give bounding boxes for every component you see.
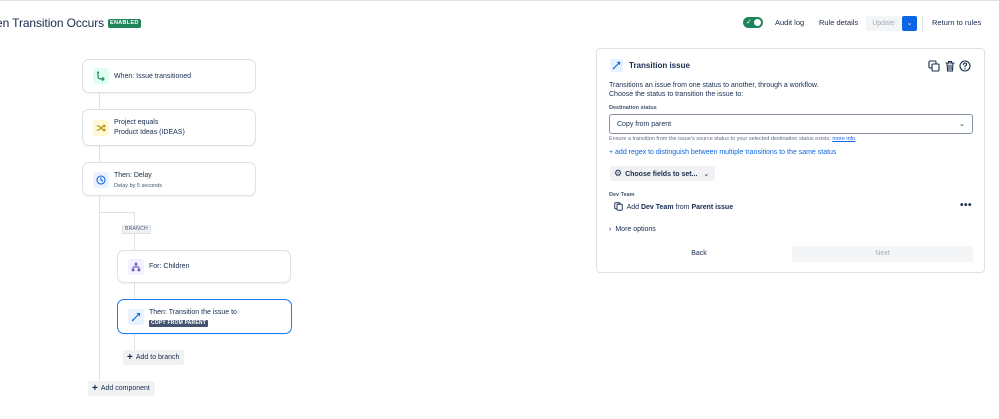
more-actions-icon[interactable]: ••• bbox=[960, 200, 972, 211]
rule-enabled-toggle[interactable]: ✓ bbox=[743, 17, 763, 28]
transition-action-card[interactable]: Then: Transition the issue to COPY FROM … bbox=[117, 299, 292, 334]
destination-help-text: Ensure a transition from the issue's sou… bbox=[609, 136, 857, 142]
more-info-link[interactable]: more info bbox=[832, 136, 855, 142]
condition-line-1: Project equals bbox=[114, 119, 159, 126]
help-icon[interactable] bbox=[959, 59, 971, 72]
delay-card[interactable]: Then: Delay Delay by 5 seconds bbox=[82, 162, 256, 196]
back-button[interactable]: Back bbox=[609, 246, 789, 262]
chevron-down-icon: ⌄ bbox=[703, 171, 710, 178]
condition-line-2: Product Ideas (IDEAS) bbox=[114, 129, 185, 136]
transition-action-title: Then: Transition the issue to bbox=[149, 309, 237, 316]
connector-line bbox=[99, 93, 100, 109]
transition-trigger-icon bbox=[93, 68, 109, 84]
hierarchy-icon bbox=[128, 259, 144, 275]
rule-details-button[interactable]: Rule details bbox=[819, 18, 858, 27]
field-row-prefix: Add bbox=[626, 204, 640, 211]
transition-icon bbox=[610, 59, 623, 72]
field-row-field: Dev Team bbox=[640, 204, 674, 211]
dev-team-field-row: Add Dev Team from Parent issue bbox=[614, 202, 733, 213]
plus-icon: + bbox=[92, 383, 98, 394]
status-badge: ENABLED bbox=[108, 19, 141, 28]
branch-line bbox=[134, 212, 135, 225]
delay-subtitle: Delay by 5 seconds bbox=[114, 183, 162, 189]
branch-line bbox=[134, 234, 135, 250]
connector-line bbox=[99, 146, 100, 162]
trigger-card[interactable]: When: Issue transitioned bbox=[82, 59, 256, 93]
branch-connector bbox=[99, 212, 135, 213]
shuffle-icon bbox=[93, 120, 109, 136]
gear-icon: ⚙ bbox=[614, 168, 623, 178]
trigger-label: When: Issue transitioned bbox=[114, 73, 192, 80]
delay-title: Then: Delay bbox=[114, 172, 152, 179]
field-row-middle: from bbox=[675, 204, 690, 211]
add-component-button[interactable]: + Add component bbox=[88, 381, 155, 396]
update-dropdown-button[interactable]: ⌄ bbox=[902, 16, 917, 31]
copy-icon[interactable] bbox=[928, 59, 940, 72]
add-component-label: Add component bbox=[100, 385, 150, 392]
chevron-down-icon: ⌄ bbox=[959, 121, 965, 128]
field-row-source: Parent issue bbox=[691, 204, 734, 211]
rule-title: en Transition Occurs bbox=[0, 16, 105, 30]
panel-description-line-2: Choose the status to transition the issu… bbox=[609, 91, 744, 98]
panel-title: Transition issue bbox=[629, 61, 690, 70]
choose-fields-label: Choose fields to set... bbox=[625, 171, 698, 178]
plus-icon: + bbox=[127, 352, 133, 363]
more-options-label: More options bbox=[615, 226, 656, 233]
copy-from-parent-lozenge: COPY FROM PARENT bbox=[149, 320, 208, 327]
check-icon: ✓ bbox=[746, 19, 752, 26]
add-regex-link[interactable]: + add regex to distinguish between multi… bbox=[609, 149, 836, 156]
dev-team-field-label: Dev Team bbox=[609, 192, 635, 198]
transition-action-text: Then: Transition the issue to COPY FROM … bbox=[149, 308, 237, 328]
branch-line bbox=[134, 334, 135, 350]
condition-text: Project equals Product Ideas (IDEAS) bbox=[114, 118, 185, 138]
destination-status-label: Destination status bbox=[609, 105, 657, 111]
panel-description-line-1: Transitions an issue from one status to … bbox=[609, 82, 819, 89]
component-config-panel: Transition issue Transitions an issue fr… bbox=[596, 48, 985, 273]
audit-log-button[interactable]: Audit log bbox=[775, 18, 804, 27]
branch-for-label: For: Children bbox=[149, 263, 190, 270]
clock-icon bbox=[93, 172, 109, 188]
add-to-branch-button[interactable]: + Add to branch bbox=[123, 350, 185, 365]
return-to-rules-button[interactable]: Return to rules bbox=[932, 18, 981, 27]
branch-for-card[interactable]: For: Children bbox=[117, 250, 291, 283]
add-to-branch-label: Add to branch bbox=[135, 354, 180, 361]
branch-label: BRANCH bbox=[122, 225, 151, 234]
trash-icon[interactable] bbox=[944, 59, 956, 72]
header-divider bbox=[922, 17, 923, 31]
rule-header: en Transition Occurs ENABLED ✓ Audit log… bbox=[0, 0, 999, 48]
next-button[interactable]: Next bbox=[792, 246, 973, 262]
update-button[interactable]: Update bbox=[866, 16, 901, 31]
transition-icon bbox=[128, 309, 144, 325]
choose-fields-button[interactable]: ⚙ Choose fields to set... ⌄ bbox=[610, 166, 716, 181]
more-options-toggle[interactable]: › More options bbox=[609, 226, 656, 233]
condition-card[interactable]: Project equals Product Ideas (IDEAS) bbox=[82, 109, 256, 146]
copy-field-icon bbox=[614, 202, 623, 213]
connector-line bbox=[99, 196, 100, 390]
branch-line bbox=[134, 283, 135, 299]
help-text: Ensure a transition from the issue's sou… bbox=[609, 136, 831, 142]
chevron-right-icon: › bbox=[609, 226, 612, 233]
destination-status-value: Copy from parent bbox=[617, 121, 672, 128]
chevron-down-icon: ⌄ bbox=[906, 20, 913, 27]
panel-description: Transitions an issue from one status to … bbox=[609, 81, 818, 99]
destination-status-select[interactable]: Copy from parent ⌄ bbox=[609, 114, 973, 134]
delay-text: Then: Delay Delay by 5 seconds bbox=[114, 171, 162, 191]
toggle-knob bbox=[754, 19, 761, 26]
